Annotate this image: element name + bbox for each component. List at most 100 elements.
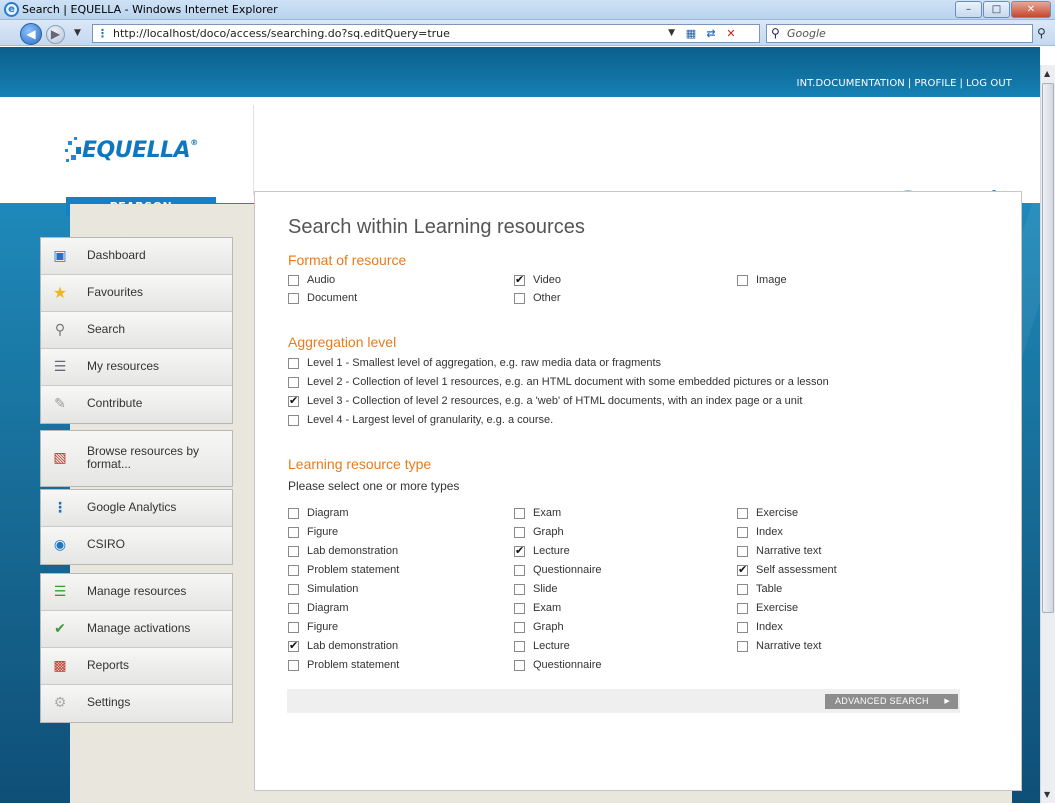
- sidebar-item-reports[interactable]: ▩ Reports: [41, 648, 232, 685]
- scroll-down-icon[interactable]: ▼: [1044, 790, 1050, 799]
- sidebar-item-settings[interactable]: ⚙ Settings: [41, 685, 232, 722]
- checkbox[interactable]: [288, 527, 299, 538]
- sidebar-item-favourites[interactable]: ★ Favourites: [41, 275, 232, 312]
- advanced-search-label: ADVANCED SEARCH: [835, 696, 929, 706]
- url-text[interactable]: http://localhost/doco/access/searching.d…: [113, 27, 450, 40]
- internet-explorer-icon: e: [4, 2, 19, 17]
- checkbox[interactable]: [514, 660, 525, 671]
- sidebar-group-browse: ▧ Browse resources by format...: [40, 430, 233, 487]
- history-dropdown-icon[interactable]: ▼: [74, 28, 81, 38]
- site-favicon-icon: ⋮: [97, 27, 108, 40]
- sidebar-item-label: Manage activations: [87, 621, 191, 635]
- checkbox-label: Questionnaire: [533, 564, 602, 576]
- checkbox-label: Narrative text: [756, 545, 822, 557]
- checkbox-label: Video: [533, 274, 561, 286]
- sidebar-item-label: Search: [87, 322, 126, 336]
- checkbox[interactable]: [514, 273, 525, 286]
- sidebar-item-my-resources[interactable]: ☰ My resources: [41, 349, 232, 386]
- link-int-documentation[interactable]: INT.DOCUMENTATION: [797, 78, 905, 89]
- forward-button[interactable]: ▶: [46, 25, 65, 44]
- checkbox-label: Level 4 - Largest level of granularity, …: [307, 414, 554, 426]
- sidebar-item-dashboard[interactable]: ▣ Dashboard: [41, 238, 232, 275]
- checkbox-label: Level 2 - Collection of level 1 resource…: [307, 376, 829, 388]
- checkbox-label: Graph: [533, 621, 564, 633]
- checkbox[interactable]: [288, 293, 299, 304]
- sidebar-item-manage-resources[interactable]: ☰ Manage resources: [41, 574, 232, 611]
- checkbox[interactable]: [288, 603, 299, 614]
- checkbox[interactable]: [514, 584, 525, 595]
- checkbox[interactable]: [737, 641, 748, 652]
- checkbox[interactable]: [514, 508, 525, 519]
- browser-search-placeholder: Google: [787, 27, 826, 40]
- checkbox[interactable]: [288, 622, 299, 633]
- checkbox[interactable]: [514, 527, 525, 538]
- checkbox[interactable]: [514, 565, 525, 576]
- link-profile[interactable]: PROFILE: [914, 78, 956, 89]
- close-button[interactable]: ✕: [1011, 1, 1051, 18]
- settings-gear-icon: ⚙: [53, 695, 67, 711]
- checkbox[interactable]: [514, 544, 525, 557]
- books-icon: ▧: [53, 450, 67, 466]
- equella-logo[interactable]: EQUELLA® PEARSON: [64, 135, 218, 216]
- checkbox[interactable]: [288, 415, 299, 426]
- scroll-up-icon[interactable]: ▲: [1044, 69, 1050, 78]
- checkbox[interactable]: [737, 546, 748, 557]
- checkbox-label: Diagram: [307, 507, 349, 519]
- manage-activations-icon: ✔: [54, 621, 66, 637]
- checkbox[interactable]: [288, 546, 299, 557]
- sidebar-item-label: Contribute: [87, 396, 143, 410]
- checkbox[interactable]: [288, 639, 299, 652]
- checkbox[interactable]: [737, 584, 748, 595]
- checkbox[interactable]: [288, 377, 299, 388]
- maximize-button[interactable]: □: [983, 1, 1010, 18]
- checkbox[interactable]: [737, 508, 748, 519]
- checkbox-label: Exercise: [756, 507, 799, 519]
- logo-brand: EQUELLA®: [82, 138, 198, 163]
- minimize-button[interactable]: –: [955, 1, 982, 18]
- magnifier-icon: ⚲: [54, 322, 66, 338]
- advanced-search-button[interactable]: ADVANCED SEARCH ▶: [825, 694, 958, 709]
- vertical-scrollbar[interactable]: ▲ ▼: [1040, 65, 1055, 803]
- sidebar-item-label: Favourites: [87, 285, 144, 299]
- checkbox[interactable]: [288, 660, 299, 671]
- link-log-out[interactable]: LOG OUT: [966, 78, 1012, 89]
- sidebar-item-search[interactable]: ⚲ Search: [41, 312, 232, 349]
- checkbox[interactable]: [737, 563, 748, 576]
- checkbox[interactable]: [737, 622, 748, 633]
- sidebar-item-contribute[interactable]: ✎ Contribute: [41, 386, 232, 423]
- search-panel: Search within Learning resources Format …: [254, 191, 1022, 791]
- sidebar-item-label: CSIRO: [87, 537, 126, 551]
- checkbox[interactable]: [288, 358, 299, 369]
- window-titlebar: e Search | EQUELLA - Windows Internet Ex…: [0, 0, 1055, 20]
- checkbox[interactable]: [288, 565, 299, 576]
- sidebar-item-label: Settings: [87, 695, 131, 709]
- browser-search-input[interactable]: ⚲ Google: [766, 24, 1033, 43]
- sidebar-item-browse-by-format[interactable]: ▧ Browse resources by format...: [41, 431, 232, 486]
- url-dropdown-icon[interactable]: ▼: [668, 28, 675, 38]
- csiro-icon: ◉: [53, 537, 67, 553]
- back-button[interactable]: ◀: [20, 23, 42, 45]
- search-go-icon[interactable]: ⚲: [1037, 26, 1046, 40]
- checkbox[interactable]: [288, 394, 299, 407]
- checkbox[interactable]: [288, 584, 299, 595]
- checkbox[interactable]: [514, 293, 525, 304]
- checkbox[interactable]: [737, 527, 748, 538]
- checkbox[interactable]: [288, 508, 299, 519]
- checkbox-label: Lab demonstration: [307, 640, 399, 652]
- refresh-icon[interactable]: ⇄: [703, 26, 719, 41]
- url-field[interactable]: ⋮ http://localhost/doco/access/searching…: [92, 24, 760, 43]
- sidebar-group-integrations: ⋮ Google Analytics ◉ CSIRO: [40, 489, 233, 565]
- checkbox-label: Figure: [307, 526, 339, 538]
- sidebar-item-manage-activations[interactable]: ✔ Manage activations: [41, 611, 232, 648]
- sidebar-item-google-analytics[interactable]: ⋮ Google Analytics: [41, 490, 232, 527]
- checkbox[interactable]: [514, 603, 525, 614]
- scroll-thumb[interactable]: [1042, 83, 1054, 613]
- checkbox[interactable]: [737, 603, 748, 614]
- checkbox[interactable]: [737, 275, 748, 286]
- compatibility-view-icon[interactable]: ▦: [683, 26, 699, 41]
- checkbox[interactable]: [288, 275, 299, 286]
- checkbox[interactable]: [514, 622, 525, 633]
- checkbox[interactable]: [514, 641, 525, 652]
- sidebar-item-csiro[interactable]: ◉ CSIRO: [41, 527, 232, 564]
- stop-icon[interactable]: ✕: [723, 26, 739, 41]
